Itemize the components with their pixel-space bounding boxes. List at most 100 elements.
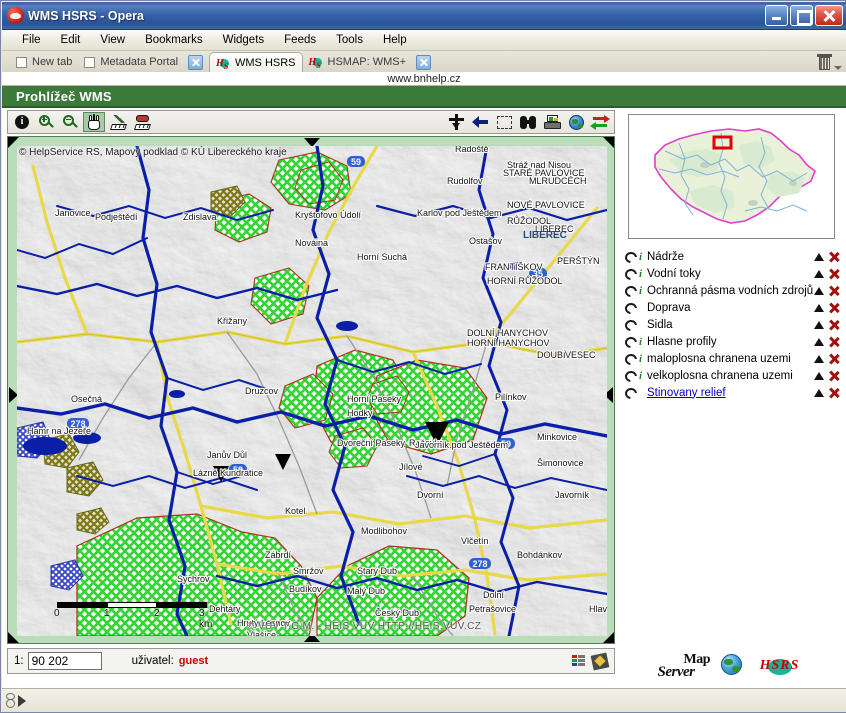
layer-name: Doprava <box>647 301 691 314</box>
layer-toggle-icon[interactable] <box>625 336 638 348</box>
layer-row[interactable]: i velkoplosna chranena uzemi <box>623 367 845 384</box>
overview-map-box[interactable] <box>628 114 835 239</box>
remove-layer-icon[interactable] <box>829 371 839 381</box>
menu-item-edit[interactable]: Edit <box>51 31 91 49</box>
scale-label: 1: <box>14 655 24 667</box>
layer-row[interactable]: iSidla <box>623 316 845 333</box>
layer-toggle-icon[interactable] <box>625 302 638 314</box>
layer-info-icon[interactable]: i <box>639 370 644 382</box>
move-up-icon[interactable] <box>814 252 824 261</box>
move-up-icon[interactable] <box>814 388 824 397</box>
mapserver-logo-line2: Server <box>657 664 696 680</box>
chevron-down-icon[interactable] <box>834 66 842 70</box>
remove-layer-icon[interactable] <box>829 269 839 279</box>
sidebar: i Nádrže i Vodní toky i Ochranná pásma vodníc… <box>619 108 846 688</box>
tab-metadata-portal[interactable]: Metadata Portal <box>78 52 209 72</box>
scalebar-label-1: 1 <box>104 608 110 619</box>
map-label: Pilínkov <box>495 392 527 402</box>
layer-row[interactable]: iStinovany relief <box>623 384 845 401</box>
map-label: PERŠTÝN <box>557 256 600 266</box>
pan-tool[interactable] <box>83 112 105 132</box>
trash-icon[interactable] <box>817 54 832 70</box>
menu-item-view[interactable]: View <box>90 31 135 49</box>
layer-info-icon[interactable]: i <box>639 353 644 365</box>
maximize-button[interactable] <box>790 5 813 26</box>
play-icon[interactable] <box>18 694 26 707</box>
print-tool[interactable] <box>541 112 563 132</box>
remove-layer-icon[interactable] <box>829 337 839 347</box>
layer-toggle-icon[interactable] <box>625 251 638 263</box>
zoom-out-tool[interactable] <box>59 112 81 132</box>
remove-layer-icon[interactable] <box>829 286 839 296</box>
layer-row[interactable]: i Vodní toky <box>623 265 845 282</box>
tab-new-tab[interactable]: New tab <box>10 52 78 72</box>
layer-info-icon[interactable]: i <box>639 336 644 348</box>
menu-item-file[interactable]: File <box>12 31 51 49</box>
minimize-button[interactable] <box>765 5 788 26</box>
layer-info-icon[interactable]: i <box>639 268 644 280</box>
close-icon[interactable] <box>188 54 204 70</box>
zoom-in-tool[interactable] <box>35 112 57 132</box>
map-label: Dehtáry <box>209 604 241 614</box>
map-label: FRANTIŠKOV <box>485 262 543 272</box>
recenter-tool[interactable] <box>445 112 467 132</box>
move-up-icon[interactable] <box>814 354 824 363</box>
layer-row[interactable]: i Ochranná pásma vodních zdrojů <box>623 282 845 299</box>
tab-wms-hsrs[interactable]: HS WMS HSRS <box>209 52 303 73</box>
layer-toggle-icon[interactable] <box>625 268 638 280</box>
address-bar[interactable]: www.bnhelp.cz <box>2 72 846 86</box>
close-icon[interactable] <box>416 54 432 70</box>
scale-input[interactable] <box>27 652 102 670</box>
remove-layer-icon[interactable] <box>829 320 839 330</box>
layer-toggle-icon[interactable] <box>625 353 638 365</box>
tab-hsmap-wms-plus[interactable]: HS HSMAP: WMS+ <box>303 52 438 72</box>
legend-icon[interactable] <box>572 655 586 667</box>
move-up-icon[interactable] <box>814 371 824 380</box>
layer-controls <box>814 303 845 313</box>
measure-area-tool[interactable] <box>131 112 153 132</box>
menu-item-tools[interactable]: Tools <box>326 31 373 49</box>
layer-toggle-icon[interactable] <box>625 285 638 297</box>
layer-row[interactable]: i maloplosna chranena uzemi <box>623 350 845 367</box>
map-label: Český Dub <box>375 608 419 618</box>
layer-row[interactable]: iDoprava <box>623 299 845 316</box>
tab-label: Metadata Portal <box>100 56 179 68</box>
bookmark-icon[interactable] <box>590 652 610 670</box>
info-tool[interactable]: i <box>11 112 33 132</box>
move-up-icon[interactable] <box>814 303 824 312</box>
layer-row[interactable]: i Hlasne profily <box>623 333 845 350</box>
move-up-icon[interactable] <box>814 286 824 295</box>
remove-layer-icon[interactable] <box>829 354 839 364</box>
layer-row[interactable]: i Nádrže <box>623 248 845 265</box>
globe-tool[interactable] <box>565 112 587 132</box>
remove-layer-icon[interactable] <box>829 252 839 262</box>
close-button[interactable] <box>815 5 843 26</box>
layer-toggle-icon[interactable] <box>625 387 638 399</box>
layer-info-icon[interactable]: i <box>639 251 644 263</box>
map-frame[interactable]: 59 35 59 278 278 59 Radoště Stráž nad Nis… <box>7 136 615 644</box>
search-tool[interactable] <box>517 112 539 132</box>
refresh-tool[interactable] <box>589 112 611 132</box>
layer-toggle-icon[interactable] <box>625 370 638 382</box>
menu-item-help[interactable]: Help <box>373 31 417 49</box>
menu-item-widgets[interactable]: Widgets <box>213 31 275 49</box>
layer-toggle-icon[interactable] <box>625 319 638 331</box>
move-up-icon[interactable] <box>814 337 824 346</box>
browser-window: WMS HSRS - Opera File Edit View Bookmark… <box>0 0 846 713</box>
select-rectangle-tool[interactable] <box>493 112 515 132</box>
menu-item-bookmarks[interactable]: Bookmarks <box>135 31 213 49</box>
remove-layer-icon[interactable] <box>829 303 839 313</box>
layer-info-icon[interactable]: i <box>639 285 644 297</box>
remove-layer-icon[interactable] <box>829 388 839 398</box>
move-up-icon[interactable] <box>814 320 824 329</box>
map-label: Sychrov <box>177 574 210 584</box>
map-credit-top: © HelpService RS, Mapový podklad © KÚ Li… <box>19 147 287 158</box>
map-label: Jílové <box>399 462 423 472</box>
back-tool[interactable] <box>469 112 491 132</box>
move-up-icon[interactable] <box>814 269 824 278</box>
url-text: www.bnhelp.cz <box>387 72 461 85</box>
menu-item-feeds[interactable]: Feeds <box>274 31 326 49</box>
layer-name[interactable]: Stinovany relief <box>647 387 726 399</box>
map-canvas[interactable]: 59 35 59 278 278 59 Radoště Stráž nad Nis… <box>17 146 607 636</box>
measure-line-tool[interactable] <box>107 112 129 132</box>
